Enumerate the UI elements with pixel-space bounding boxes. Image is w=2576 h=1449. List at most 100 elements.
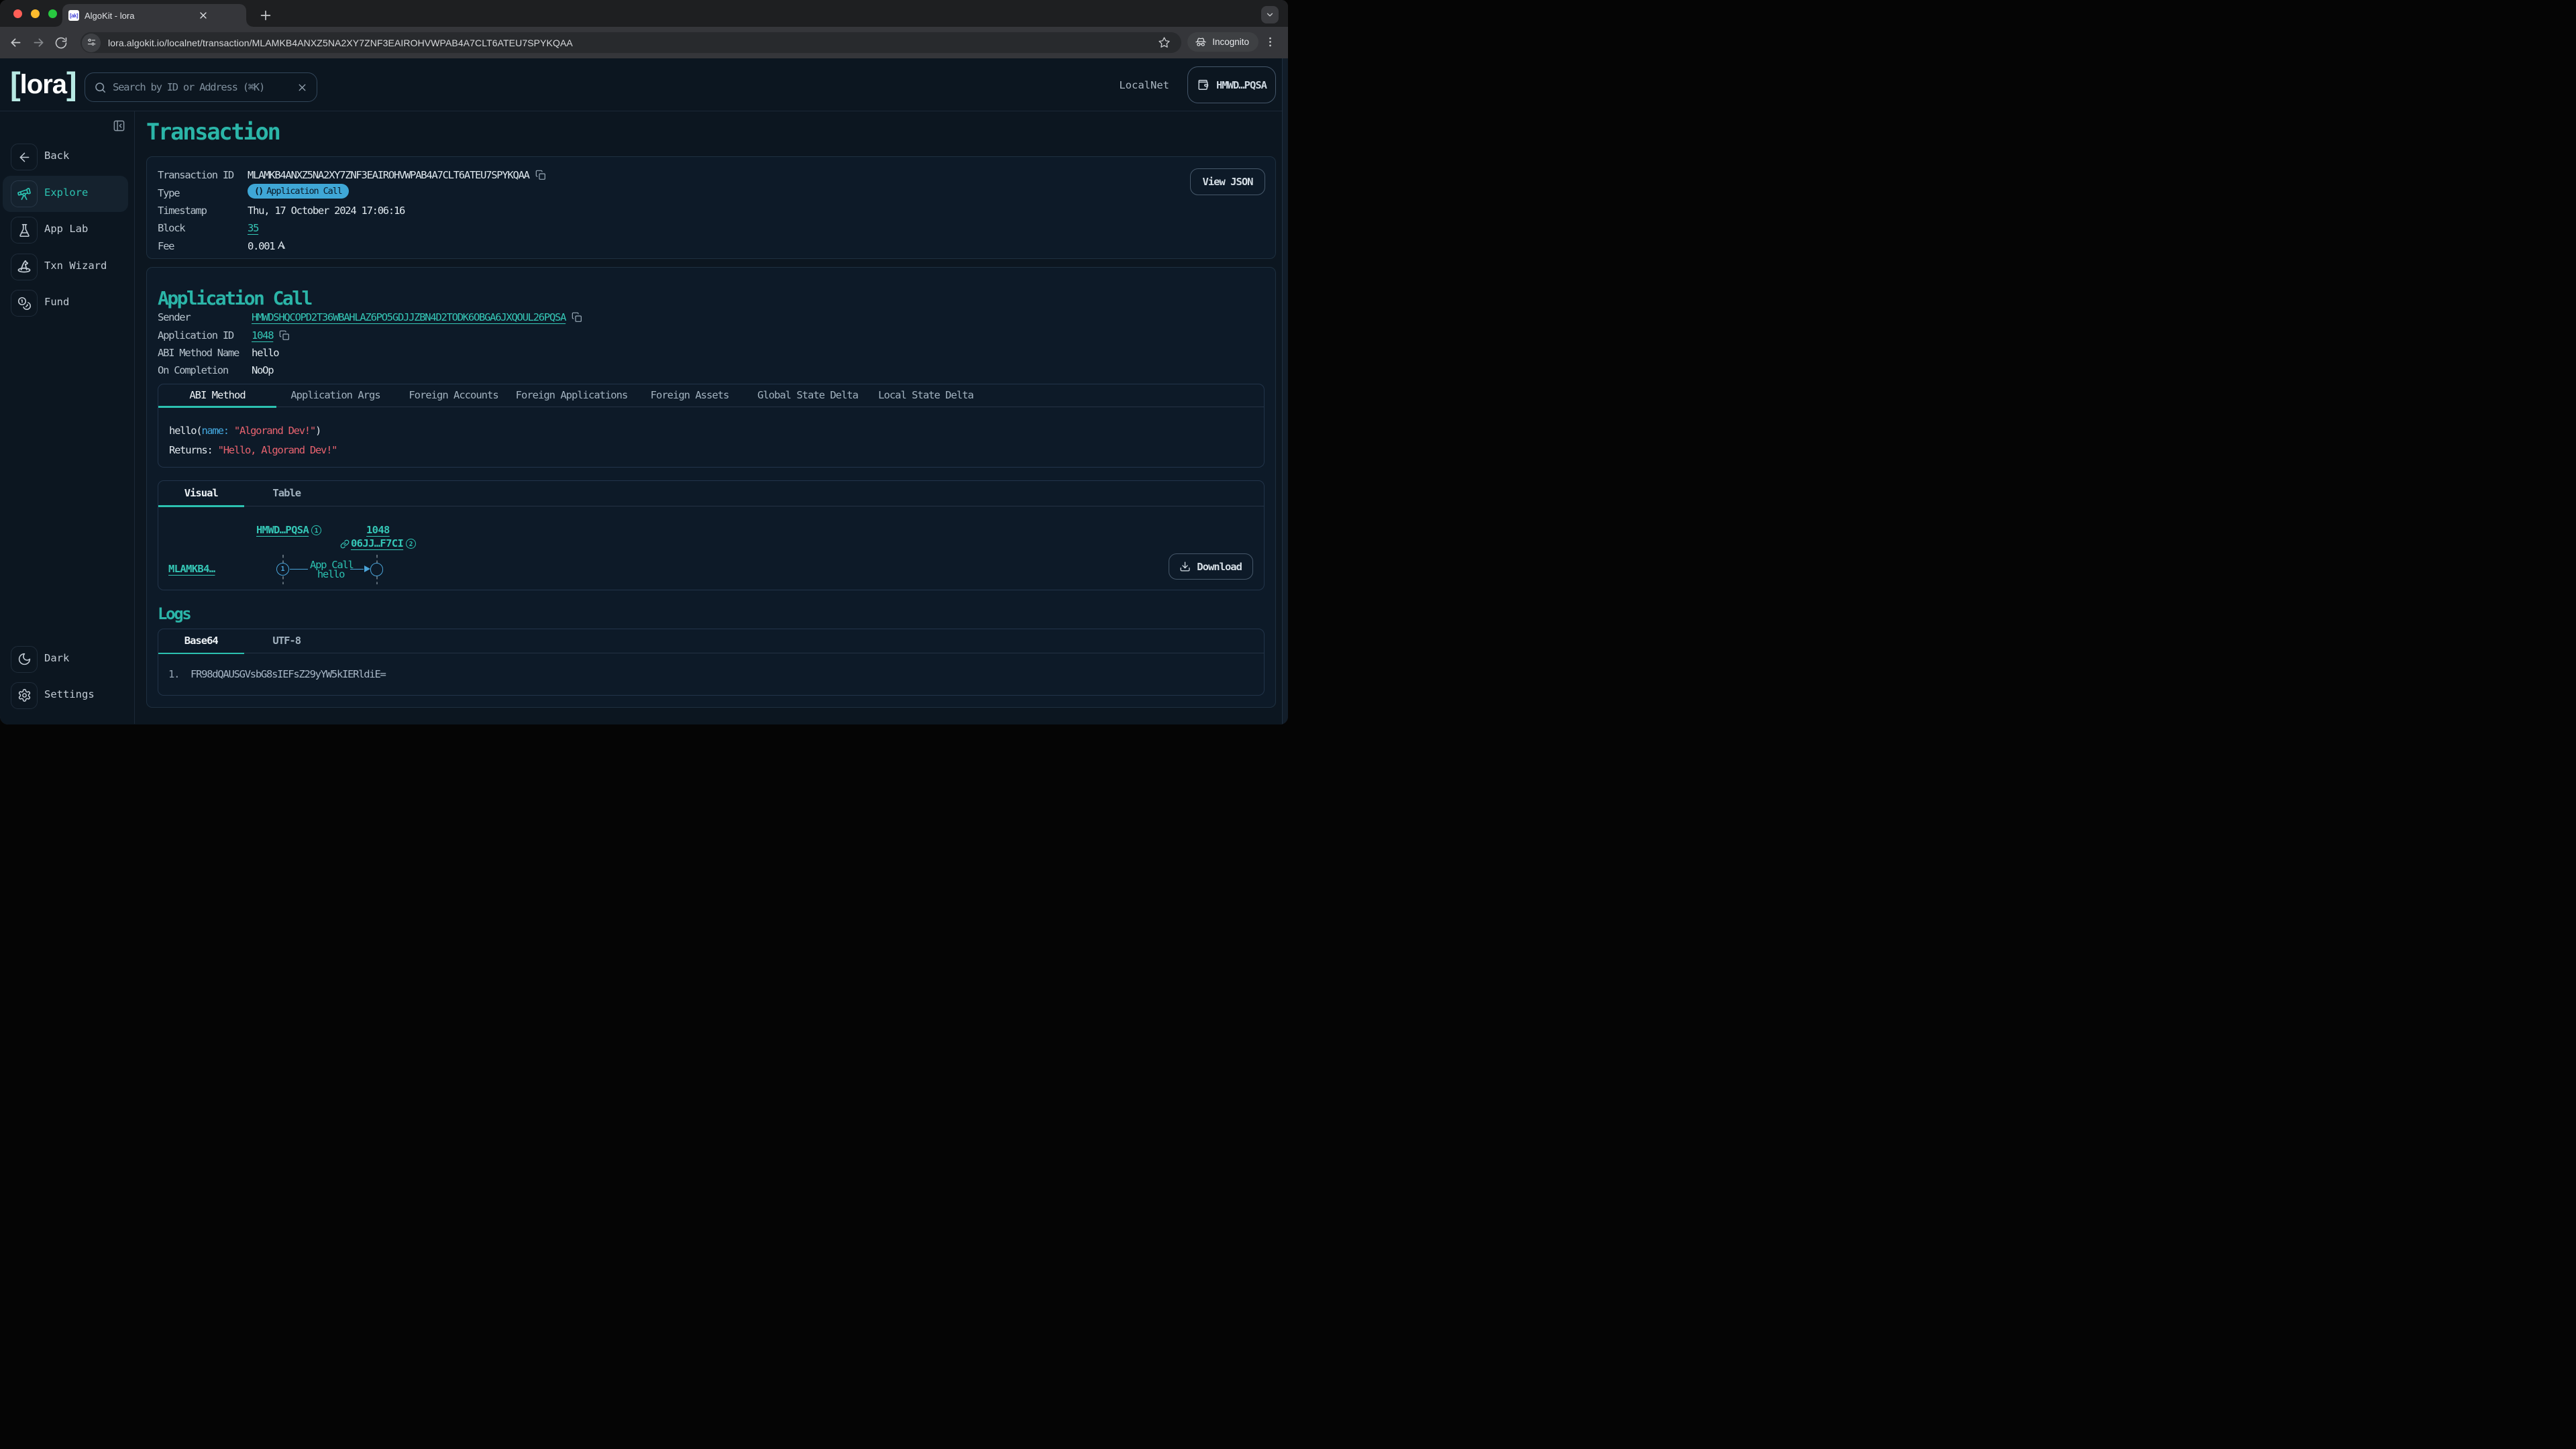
telescope-icon	[11, 180, 38, 207]
tab-title: AlgoKit - lora	[85, 11, 134, 21]
abi-fn: hello(	[169, 425, 201, 437]
tab-table[interactable]: Table	[244, 481, 330, 506]
row-transaction-id: Transaction ID MLAMKB4ANXZ5NA2XY7ZNF3EAI…	[158, 166, 546, 184]
application-id-label: Application ID	[158, 326, 252, 343]
network-label[interactable]: LocalNet	[1119, 79, 1169, 91]
application-id-link[interactable]: 1048	[252, 329, 273, 341]
browser-tab[interactable]: [ak] AlgoKit - lora	[62, 4, 246, 27]
search-clear-icon[interactable]	[297, 82, 308, 93]
search-bar[interactable]: Search by ID or Address (⌘K)	[85, 72, 317, 102]
row-fee: Fee 0.001	[158, 237, 546, 255]
application-call-icon: ()	[254, 186, 262, 197]
page-title: Transaction	[146, 120, 1276, 144]
tab-foreign-assets[interactable]: Foreign Assets	[631, 384, 749, 407]
row-on-completion: On Completion NoOp	[158, 362, 582, 379]
sidebar-collapse-icon[interactable]	[113, 119, 125, 132]
txn-detail-tabs-card: ABI Method Application Args Foreign Acco…	[158, 384, 1265, 468]
browser-menu-icon[interactable]	[1264, 36, 1277, 48]
tab-local-state-delta[interactable]: Local State Delta	[867, 384, 985, 407]
sidebar-item-fund[interactable]: Fund	[0, 290, 134, 327]
reload-icon[interactable]	[54, 36, 68, 50]
copy-icon[interactable]	[535, 170, 546, 180]
sidebar-item-back[interactable]: Back	[0, 144, 134, 180]
traffic-lights	[13, 9, 57, 18]
graph-rekey-header: 06JJ…F7CI2	[340, 537, 416, 549]
tab-base64[interactable]: Base64	[158, 629, 244, 653]
view-json-button[interactable]: View JSON	[1190, 168, 1265, 195]
logs-tabbar: Base64 UTF-8	[158, 629, 1264, 653]
sidebar-item-explore[interactable]: Explore	[0, 180, 134, 217]
graph-sender-link[interactable]: HMWD…PQSA	[256, 524, 309, 536]
url-bar[interactable]: lora.algokit.io/localnet/transaction/MLA…	[80, 32, 1181, 53]
graph-rekey-link[interactable]: 06JJ…F7CI	[351, 537, 403, 549]
forward-nav-icon[interactable]	[32, 36, 46, 50]
graph-txn-link[interactable]: MLAMKB4…	[168, 563, 215, 575]
scrollbar-track[interactable]	[1282, 58, 1288, 724]
wallet-button[interactable]: HMWD…PQSA	[1187, 66, 1276, 103]
logo-bracket-right: ]	[66, 65, 76, 102]
flask-icon	[11, 217, 38, 244]
sidebar-item-dark-mode[interactable]: Dark	[0, 646, 134, 682]
row-type: Type ()Application Call	[158, 184, 546, 201]
type-badge: ()Application Call	[248, 184, 349, 199]
tab-global-state-delta[interactable]: Global State Delta	[749, 384, 867, 407]
wizard-hat-icon	[11, 254, 38, 280]
type-label: Type	[158, 184, 248, 201]
tab-close-icon[interactable]	[198, 10, 209, 21]
abi-returns-value: "Hello, Algorand Dev!"	[218, 444, 337, 456]
coins-icon	[11, 290, 38, 317]
back-nav-icon[interactable]	[9, 36, 23, 50]
tab-foreign-accounts[interactable]: Foreign Accounts	[394, 384, 513, 407]
fee-value: 0.001	[248, 240, 274, 252]
abi-returns-label: Returns:	[169, 444, 218, 456]
on-completion-label: On Completion	[158, 362, 252, 379]
graph-column-dash	[282, 576, 284, 584]
url-text: lora.algokit.io/localnet/transaction/MLA…	[108, 38, 573, 48]
download-button[interactable]: Download	[1169, 553, 1253, 580]
back-icon	[11, 144, 38, 170]
tab-foreign-applications[interactable]: Foreign Applications	[513, 384, 631, 407]
maximize-window-button[interactable]	[48, 9, 57, 18]
copy-icon[interactable]	[572, 312, 582, 323]
sidebar-item-settings[interactable]: Settings	[0, 682, 134, 718]
sidebar-item-label: Fund	[44, 296, 69, 308]
visual-tabbar: Visual Table	[158, 481, 1264, 506]
tab-abi-method[interactable]: ABI Method	[158, 384, 276, 407]
site-settings-icon[interactable]	[82, 34, 101, 52]
tab-visual[interactable]: Visual	[158, 481, 244, 506]
graph-app-link[interactable]: 1048	[366, 524, 390, 536]
tab-search-button[interactable]	[1261, 6, 1279, 23]
tab-strip: [ak] AlgoKit - lora	[0, 0, 1288, 27]
close-window-button[interactable]	[13, 9, 22, 18]
download-label: Download	[1197, 561, 1242, 573]
transaction-graph: HMWD…PQSA1 1048 06JJ…F7CI2 MLAMKB4… 1 Ap…	[158, 506, 1264, 590]
bookmark-star-icon[interactable]	[1158, 36, 1171, 49]
graph-sender-badge: 1	[311, 525, 321, 535]
algo-symbol-icon	[277, 241, 286, 250]
incognito-icon	[1195, 36, 1207, 48]
sidebar-item-app-lab[interactable]: App Lab	[0, 217, 134, 254]
copy-icon[interactable]	[279, 330, 290, 341]
visual-table-card: Visual Table HMWD…PQSA1 1048 06JJ…F7CI2 …	[158, 480, 1265, 591]
txn-detail-tabbar: ABI Method Application Args Foreign Acco…	[158, 384, 1264, 407]
incognito-badge: Incognito	[1187, 32, 1258, 52]
search-placeholder: Search by ID or Address (⌘K)	[113, 81, 264, 93]
abi-arg-value: "Algorand Dev!"	[229, 425, 315, 437]
sidebar-item-txn-wizard[interactable]: Txn Wizard	[0, 254, 134, 290]
lora-logo[interactable]: [lora]	[10, 66, 76, 103]
tab-utf8[interactable]: UTF-8	[244, 629, 330, 653]
search-icon	[94, 81, 107, 94]
minimize-window-button[interactable]	[31, 9, 40, 18]
download-icon	[1179, 561, 1191, 572]
graph-column-dash	[282, 555, 284, 563]
block-link[interactable]: 35	[248, 222, 258, 234]
tab-application-args[interactable]: Application Args	[276, 384, 394, 407]
graph-column-dash	[376, 576, 378, 584]
graph-node-to	[370, 563, 384, 576]
new-tab-button[interactable]	[258, 8, 273, 23]
graph-node-from: 1	[276, 563, 289, 576]
sender-link[interactable]: HMWDSHQCOPD2T36WBAHLAZ6PO5GDJJZBN4D2TODK…	[252, 311, 566, 323]
main-content: Transaction Transaction ID MLAMKB4ANXZ5N…	[135, 111, 1288, 724]
application-call-title: Application Call	[158, 286, 1265, 311]
row-block: Block 35	[158, 219, 546, 237]
